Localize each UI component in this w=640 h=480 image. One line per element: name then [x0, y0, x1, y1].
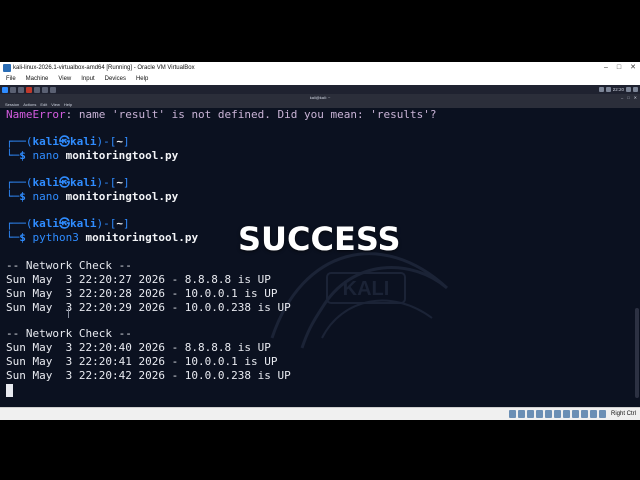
- menu-help[interactable]: Help: [62, 101, 74, 108]
- menu-session[interactable]: Session: [0, 101, 21, 108]
- close-icon[interactable]: ✕: [634, 94, 637, 101]
- volume-icon[interactable]: [605, 87, 611, 92]
- prompt-user: kali: [32, 135, 60, 148]
- prompt-line: ┌──(kali㉿kali)-[~]: [6, 135, 130, 148]
- panel-tray: 22:20: [598, 85, 638, 94]
- mouse-ibeam-cursor: [68, 308, 69, 318]
- output-line: Sun May 3 22:20:28 2026 - 10.0.0.1 is UP: [6, 287, 278, 300]
- command-argument: monitoringtool.py: [85, 231, 199, 244]
- menu-help[interactable]: Help: [131, 74, 153, 85]
- error-label: NameError: [6, 108, 66, 121]
- success-overlay-text: SUCCESS: [238, 220, 401, 258]
- command-program: python3: [32, 231, 79, 244]
- command-line: └─$ nano monitoringtool.py: [6, 190, 179, 203]
- prompt-host: kali: [70, 176, 97, 189]
- network-icon[interactable]: [598, 87, 604, 92]
- prompt-dir: ~: [116, 135, 123, 148]
- panel-clock: 22:20: [612, 87, 624, 92]
- menu-view[interactable]: View: [53, 74, 76, 85]
- menu-input[interactable]: Input: [76, 74, 99, 85]
- browser-icon[interactable]: [26, 86, 32, 93]
- minimize-icon[interactable]: –: [604, 62, 608, 74]
- menu-edit[interactable]: Edit: [38, 101, 49, 108]
- prompt-host: kali: [70, 135, 97, 148]
- terminal-icon[interactable]: [34, 86, 40, 93]
- audio-icon[interactable]: [527, 410, 534, 418]
- output-line: Sun May 3 22:20:42 2026 - 10.0.0.238 is …: [6, 369, 291, 382]
- command-program: nano: [32, 190, 60, 203]
- error-message: : name 'result' is not defined. Did you …: [65, 108, 437, 121]
- window-controls: – □ ✕: [604, 62, 636, 74]
- status-icons: [509, 410, 606, 418]
- prompt-dir: ~: [116, 217, 123, 230]
- minimize-icon[interactable]: –: [621, 94, 623, 101]
- prompt-user: kali: [32, 217, 60, 230]
- output-header: -- Network Check --: [6, 327, 132, 340]
- harddisk-icon[interactable]: [509, 410, 516, 418]
- host-key-label: Right Ctrl: [610, 411, 636, 417]
- kali-menu-icon[interactable]: [2, 86, 8, 93]
- prompt-line: ┌──(kali㉿kali)-[~]: [6, 176, 130, 189]
- menu-file[interactable]: File: [0, 74, 21, 85]
- menu-devices[interactable]: Devices: [100, 74, 131, 85]
- output-line: Sun May 3 22:20:29 2026 - 10.0.0.238 is …: [6, 301, 291, 314]
- terminal-scrollbar[interactable]: [634, 108, 640, 407]
- terminal-titlebar: kali@kali: ~ – □ ✕: [0, 94, 640, 101]
- files-icon[interactable]: [18, 86, 24, 93]
- keyboard-icon[interactable]: [599, 410, 606, 418]
- display-icon[interactable]: [563, 410, 570, 418]
- command-line: └─$ nano monitoringtool.py: [6, 149, 179, 162]
- maximize-icon[interactable]: □: [617, 62, 621, 74]
- command-argument: monitoringtool.py: [65, 149, 179, 162]
- prompt-line: ┌──(kali㉿kali)-[~]: [6, 217, 130, 230]
- command-program: nano: [32, 149, 60, 162]
- output-line: Sun May 3 22:20:40 2026 - 8.8.8.8 is UP: [6, 341, 271, 354]
- prompt-host: kali: [70, 217, 97, 230]
- kali-top-panel: 22:20: [0, 85, 640, 94]
- close-icon[interactable]: ✕: [630, 62, 636, 74]
- shared-folder-icon[interactable]: [554, 410, 561, 418]
- error-line: NameError: name 'result' is not defined.…: [6, 108, 436, 122]
- desktop-icon[interactable]: [10, 86, 16, 93]
- window-title: kali-linux-2026.1-virtualbox-amd64 [Runn…: [13, 65, 195, 71]
- scrollbar-thumb[interactable]: [635, 308, 639, 398]
- lock-icon[interactable]: [626, 87, 631, 92]
- mouse-integration-icon[interactable]: [590, 410, 597, 418]
- command-argument: monitoringtool.py: [65, 190, 179, 203]
- terminal-window-controls: – □ ✕: [621, 94, 637, 101]
- menu-actions[interactable]: Actions: [21, 101, 38, 108]
- terminal-title: kali@kali: ~: [309, 95, 331, 100]
- text-cursor: [6, 384, 13, 397]
- virtualbox-icon: [3, 64, 11, 72]
- optical-drive-icon[interactable]: [518, 410, 525, 418]
- window-titlebar: kali-linux-2026.1-virtualbox-amd64 [Runn…: [0, 62, 640, 74]
- output-line: Sun May 3 22:20:41 2026 - 10.0.0.1 is UP: [6, 355, 278, 368]
- cpu-icon[interactable]: [581, 410, 588, 418]
- output-header: -- Network Check --: [6, 259, 132, 272]
- recording-icon[interactable]: [572, 410, 579, 418]
- vbox-menubar: File Machine View Input Devices Help: [0, 74, 640, 85]
- menu-machine[interactable]: Machine: [21, 74, 54, 85]
- workspace-icon[interactable]: [50, 86, 56, 93]
- network-icon[interactable]: [536, 410, 543, 418]
- maximize-icon[interactable]: □: [627, 94, 629, 101]
- prompt-user: kali: [32, 176, 60, 189]
- output-line: Sun May 3 22:20:27 2026 - 8.8.8.8 is UP: [6, 273, 271, 286]
- kali-logo-text: KALI: [343, 278, 390, 300]
- menu-view[interactable]: View: [49, 101, 62, 108]
- power-icon[interactable]: [633, 87, 638, 92]
- terminal-menubar: Session Actions Edit View Help: [0, 101, 640, 108]
- prompt-dir: ~: [116, 176, 123, 189]
- workspace-icon[interactable]: [42, 86, 48, 93]
- usb-icon[interactable]: [545, 410, 552, 418]
- vbox-statusbar: Right Ctrl: [0, 407, 640, 420]
- command-line: └─$ python3 monitoringtool.py: [6, 231, 199, 244]
